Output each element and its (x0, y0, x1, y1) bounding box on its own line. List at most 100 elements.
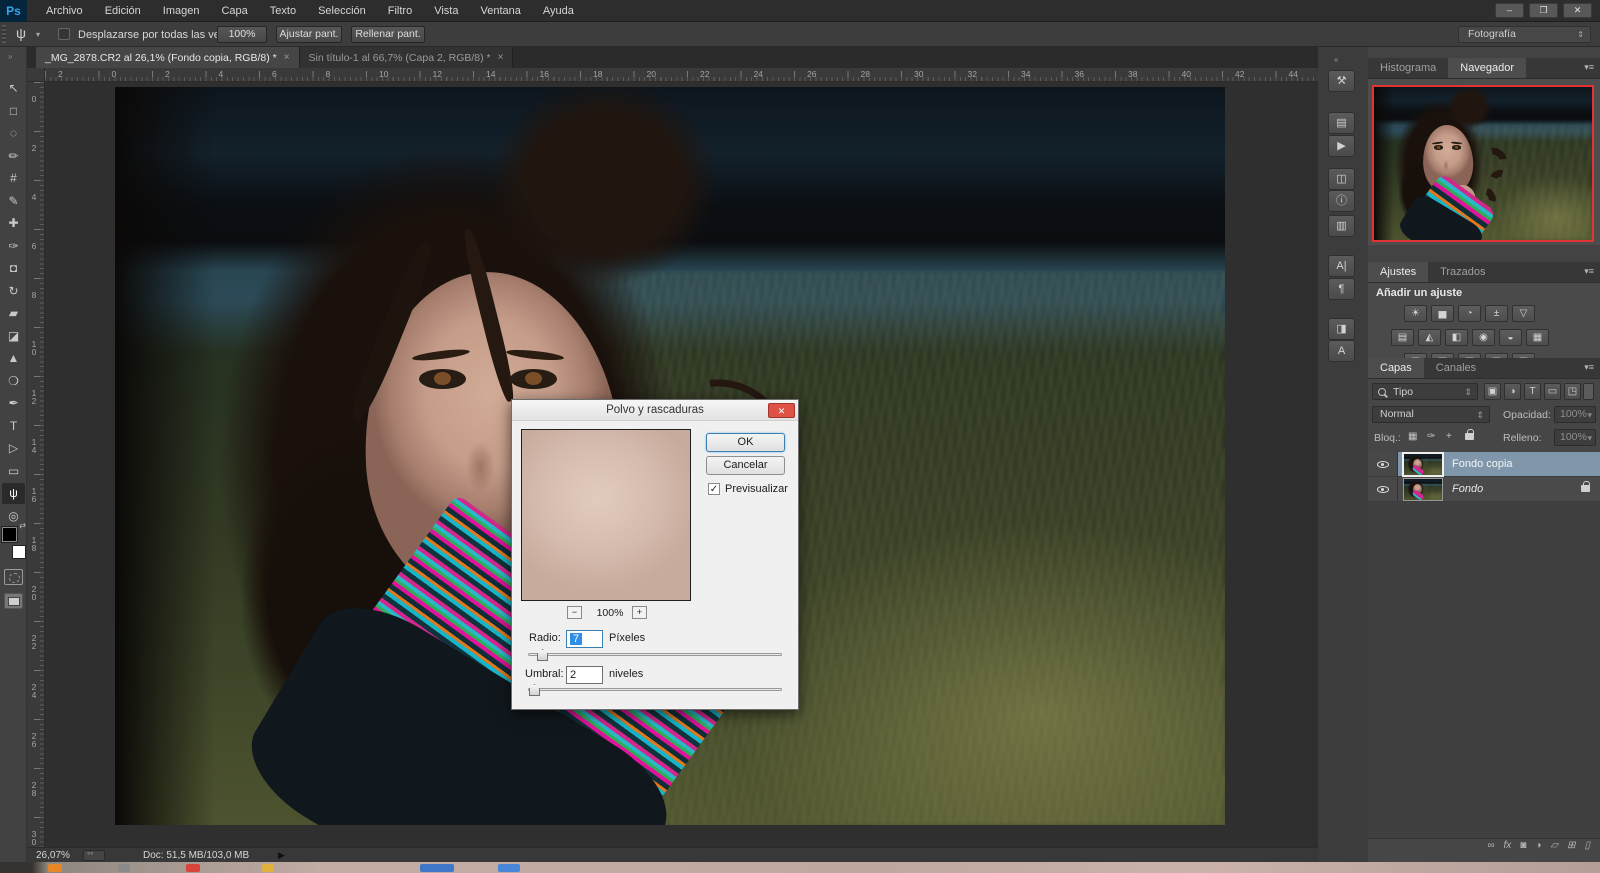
lock-position-icon[interactable]: + (1446, 431, 1452, 442)
threshold-input[interactable]: 2 (566, 666, 603, 684)
filter-adjustment-icon[interactable]: ◑ (1504, 383, 1521, 400)
status-zoom-level[interactable]: 26,07% (36, 850, 70, 861)
layer-row-main[interactable]: Fondo (1398, 477, 1600, 501)
layer-row[interactable]: Fondo (1368, 477, 1600, 502)
ok-button[interactable]: OK (706, 433, 785, 452)
layer-row-main[interactable]: Fondo copia (1398, 451, 1600, 477)
lock-pixels-icon[interactable]: ✑ (1427, 431, 1435, 442)
menu-texto[interactable]: Texto (259, 1, 307, 21)
panel-menu-icon[interactable]: ▾≡ (1584, 58, 1600, 78)
tool-presets-icon[interactable]: ⚒ (1328, 70, 1355, 92)
eye-icon[interactable] (1377, 461, 1389, 468)
hue-saturation-icon[interactable]: ▤ (1391, 329, 1414, 346)
filter-shape-icon[interactable]: ▭ (1544, 383, 1561, 400)
scroll-all-windows-checkbox[interactable] (58, 28, 70, 40)
character-icon[interactable]: A| (1328, 255, 1355, 277)
fit-screen-button[interactable]: Ajustar pant. (276, 26, 342, 43)
path-selection-tool[interactable]: ▷ (2, 438, 25, 459)
taskbar-icon[interactable] (118, 864, 130, 872)
new-layer-icon[interactable]: ⊞ (1567, 840, 1575, 854)
lasso-tool[interactable]: ◌ (2, 123, 25, 144)
tab-navegador[interactable]: Navegador (1448, 58, 1527, 78)
actions-icon[interactable]: ▶ (1328, 135, 1355, 157)
opacity-value[interactable]: 100% ▾ (1554, 406, 1596, 423)
dock-expand-icon[interactable]: « (1334, 55, 1338, 64)
close-button[interactable]: ✕ (1563, 3, 1592, 18)
eyedropper-tool[interactable]: ✎ (2, 191, 25, 212)
layer-thumbnail[interactable] (1402, 451, 1444, 477)
tab-trazados[interactable]: Trazados (1428, 262, 1498, 282)
channel-mixer-icon[interactable]: ◒ (1499, 329, 1522, 346)
dialog-preview-image[interactable] (521, 429, 691, 601)
dodge-tool[interactable]: ❍ (2, 371, 25, 392)
menu-selecci-n[interactable]: Selección (307, 1, 377, 21)
levels-icon[interactable]: ▅ (1431, 305, 1454, 322)
menu-archivo[interactable]: Archivo (35, 1, 94, 21)
tab-capas[interactable]: Capas (1368, 358, 1424, 378)
move-tool[interactable]: ↖ (2, 78, 25, 99)
foreground-color-swatch[interactable] (2, 527, 17, 542)
history-icon[interactable]: ▤ (1328, 112, 1355, 134)
filter-type-icon[interactable]: T (1524, 383, 1541, 400)
close-tab-icon[interactable]: × (498, 52, 504, 63)
radius-slider-thumb[interactable] (537, 649, 548, 661)
blend-mode-dropdown[interactable]: Normal ⇕ (1372, 406, 1490, 423)
dialog-close-button[interactable]: ✕ (768, 403, 795, 418)
document-tab[interactable]: Sin título-1 al 66,7% (Capa 2, RGB/8) * × (299, 47, 514, 68)
restore-button[interactable]: ❐ (1529, 3, 1558, 18)
layer-row[interactable]: Fondo copia (1368, 451, 1600, 477)
gradient-tool[interactable]: ◪ (2, 326, 25, 347)
panel-menu-icon[interactable]: ▾≡ (1584, 358, 1600, 378)
pen-tool[interactable]: ✒ (2, 393, 25, 414)
lock-transparency-icon[interactable]: ▦ (1408, 431, 1417, 442)
history-brush-tool[interactable]: ↻ (2, 281, 25, 302)
character-styles-icon[interactable]: ◨ (1328, 318, 1355, 340)
actual-pixels-button[interactable]: 100% (217, 26, 267, 43)
new-group-icon[interactable]: ▱ (1550, 840, 1558, 854)
brightness-contrast-icon[interactable]: ☀ (1404, 305, 1427, 322)
tab-canales[interactable]: Canales (1423, 358, 1489, 378)
color-lookup-icon[interactable]: ▦ (1526, 329, 1549, 346)
marquee-tool[interactable]: □ (2, 101, 25, 122)
fill-value[interactable]: 100% ▾ (1554, 429, 1596, 446)
quick-selection-tool[interactable]: ✏ (2, 146, 25, 167)
tab-histograma[interactable]: Histograma (1368, 58, 1449, 78)
menu-edici-n[interactable]: Edición (94, 1, 152, 21)
radius-slider[interactable] (528, 649, 782, 661)
clone-stamp-tool[interactable]: ◘ (2, 258, 25, 279)
status-options-arrow-icon[interactable]: ▶ (278, 850, 285, 861)
threshold-slider[interactable] (528, 684, 782, 696)
menu-imagen[interactable]: Imagen (152, 1, 211, 21)
menu-ventana[interactable]: Ventana (469, 1, 531, 21)
menu-filtro[interactable]: Filtro (377, 1, 423, 21)
blur-tool[interactable]: ▲ (2, 348, 25, 369)
layer-visibility-cell[interactable] (1368, 477, 1398, 501)
new-adjustment-layer-icon[interactable]: ◑ (1535, 840, 1541, 854)
taskbar-icon[interactable] (498, 864, 520, 872)
eye-icon[interactable] (1377, 486, 1389, 493)
zoom-tool[interactable]: ◎ (2, 506, 25, 527)
close-tab-icon[interactable]: × (284, 52, 290, 63)
layer-effects-icon[interactable]: fx (1504, 840, 1512, 854)
layer-visibility-cell[interactable] (1368, 452, 1398, 476)
dialog-title[interactable]: Polvo y rascaduras (512, 400, 798, 421)
properties-icon[interactable]: ▥ (1328, 215, 1355, 237)
cancel-button[interactable]: Cancelar (706, 456, 785, 475)
panel-menu-icon[interactable]: ▾≡ (1584, 262, 1600, 282)
preview-checkbox[interactable]: ✓ (708, 483, 720, 495)
eraser-tool[interactable]: ▰ (2, 303, 25, 324)
tab-ajustes[interactable]: Ajustes (1368, 262, 1429, 282)
hand-tool-icon[interactable]: ψ (16, 25, 26, 41)
workspace-selector[interactable]: Fotografía ⇕ (1458, 26, 1591, 43)
paragraph-styles-icon[interactable]: A (1328, 340, 1355, 362)
background-color-swatch[interactable] (12, 545, 26, 559)
threshold-slider-thumb[interactable] (529, 684, 540, 696)
clone-source-icon[interactable]: ◫ (1328, 168, 1355, 190)
menu-vista[interactable]: Vista (423, 1, 469, 21)
taskbar-icon[interactable] (48, 864, 62, 872)
delete-layer-icon[interactable]: ▯ (1584, 840, 1590, 854)
taskbar-icon[interactable] (186, 864, 200, 872)
minimize-button[interactable]: – (1495, 3, 1524, 18)
layer-filter-dropdown[interactable]: Tipo ⇕ (1372, 383, 1478, 400)
add-layer-mask-icon[interactable]: ◙ (1520, 840, 1526, 854)
